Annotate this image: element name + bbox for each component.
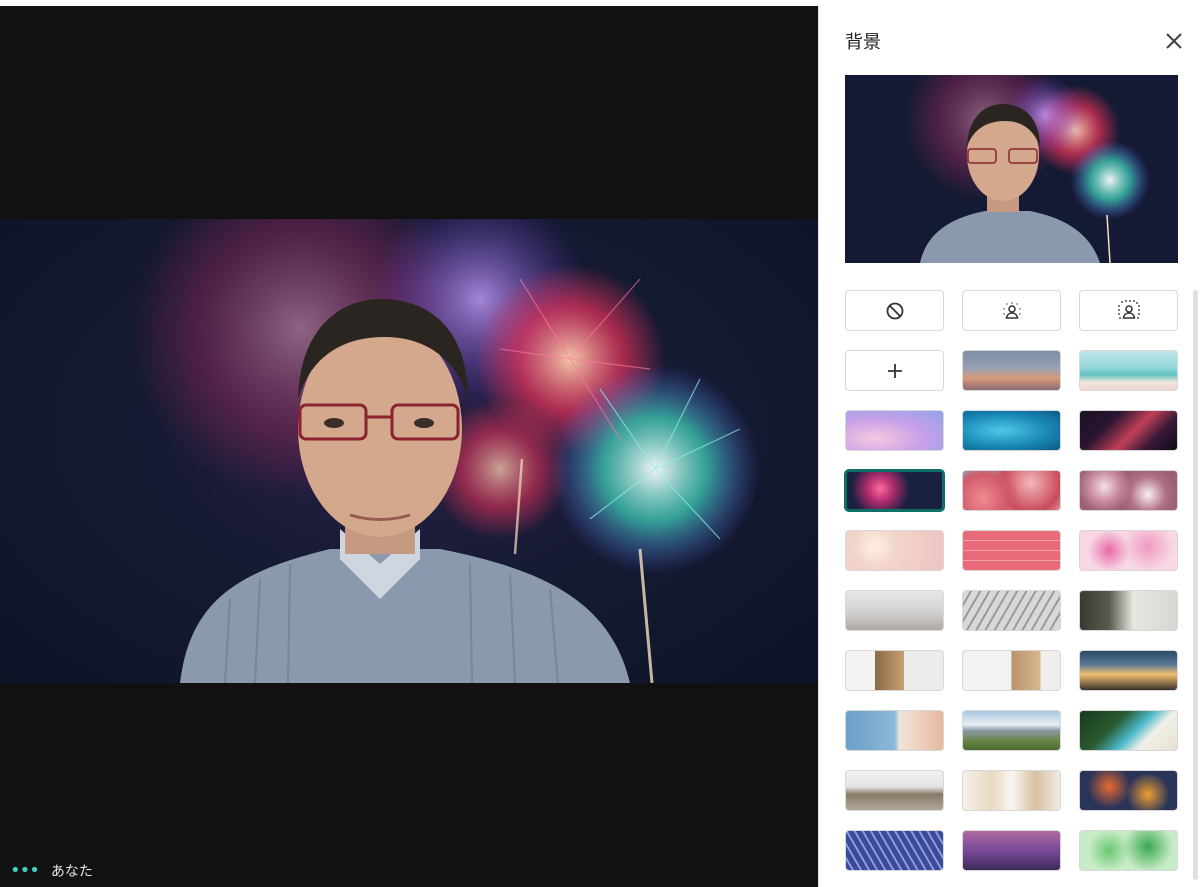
blur-strong-button[interactable] [1079,290,1178,331]
close-button[interactable] [1159,26,1189,56]
bg-red-pattern[interactable] [962,530,1061,571]
bg-seaside-town[interactable] [845,710,944,751]
bg-pink-petals[interactable] [1079,530,1178,571]
bg-wooden-shelves[interactable] [962,650,1061,691]
bg-night-villa[interactable] [1079,650,1178,691]
bg-fireworks[interactable] [845,470,944,511]
more-dots-icon[interactable]: ••• [10,862,40,880]
self-name: あなた [50,864,93,880]
bg-bookshelf-room[interactable] [845,650,944,691]
panel-scrollbar[interactable] [1193,290,1198,880]
bg-blue-ferns[interactable] [845,830,944,871]
add-background-button[interactable] [845,350,944,391]
bg-underwater-pool[interactable] [962,410,1061,451]
plus-icon [887,363,902,378]
blur-light-button[interactable] [962,290,1061,331]
no-effect-button[interactable] [845,290,944,331]
self-video [0,219,818,683]
bg-mountain-valley[interactable] [962,710,1061,751]
bg-wild-horses[interactable] [845,770,944,811]
bg-minimal-room[interactable] [1079,590,1178,631]
blur-strong-icon [1117,299,1140,319]
bg-modern-kitchen[interactable] [962,770,1061,811]
bg-white-office[interactable] [845,590,944,631]
bg-atrium[interactable] [962,590,1061,631]
bg-green-leaves[interactable] [1079,830,1178,871]
bg-flower-field[interactable] [1079,470,1178,511]
self-label: ••• あなた [10,861,93,881]
bg-tropical-beach[interactable] [1079,350,1178,391]
bg-palm-beach[interactable] [1079,710,1178,751]
background-panel: 背景 [818,6,1200,887]
bg-sunset-horizon[interactable] [962,350,1061,391]
bg-pink-bokeh[interactable] [845,530,944,571]
close-icon [1166,33,1182,49]
bg-pastel-clouds[interactable] [845,410,944,451]
bg-autumn-leaves[interactable] [1079,770,1178,811]
video-stage: ••• あなた [0,6,818,887]
no-entry-icon [886,302,903,319]
preview-image [845,75,1178,263]
bg-galaxy-nebula[interactable] [1079,410,1178,451]
background-preview [845,75,1178,263]
bg-city-night[interactable] [962,830,1061,871]
fireworks-background-video [130,219,760,683]
bg-cherry-blossoms[interactable] [962,470,1061,511]
panel-title: 背景 [845,32,881,53]
blur-light-icon [1002,301,1021,319]
